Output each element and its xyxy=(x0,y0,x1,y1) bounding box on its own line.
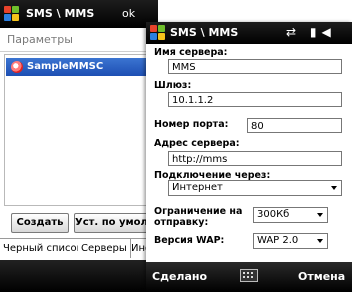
cancel-button[interactable]: Отмена xyxy=(298,270,345,283)
wap-version-dropdown[interactable]: WAP 2.0 xyxy=(253,233,328,249)
chevron-down-icon xyxy=(317,213,323,217)
server-list[interactable]: SampleMMSC xyxy=(4,54,156,206)
port-label: Номер порта: xyxy=(154,119,229,130)
start-menu-icon[interactable] xyxy=(4,6,20,22)
send-limit-label-line1: Ограничение на xyxy=(154,206,243,217)
server-name: SampleMMSC xyxy=(27,61,104,72)
chevron-down-icon xyxy=(331,186,337,190)
send-limit-value: 300Кб xyxy=(257,209,290,220)
connect-via-value: Интернет xyxy=(172,182,223,193)
create-button[interactable]: Создать xyxy=(11,213,69,233)
send-limit-label-line2: отправку: xyxy=(154,217,209,228)
back-command-bar xyxy=(0,260,158,292)
port-field[interactable]: 80 xyxy=(247,118,342,133)
tab-servers[interactable]: Серверы xyxy=(78,239,131,258)
done-button[interactable]: Сделано xyxy=(152,270,207,283)
connect-via-dropdown[interactable]: Интернет xyxy=(168,180,342,196)
keyboard-icon[interactable] xyxy=(240,269,258,282)
mms-icon xyxy=(11,61,23,73)
send-limit-dropdown[interactable]: 300Кб xyxy=(253,207,328,223)
gateway-field[interactable]: 10.1.1.2 xyxy=(168,92,342,107)
settings-header: Параметры xyxy=(0,29,158,52)
command-bar: Сделано Отмена xyxy=(146,262,352,292)
front-window-title: SMS \ MMS xyxy=(170,26,239,39)
tab-blacklist[interactable]: Черный список xyxy=(0,239,87,258)
server-settings-dialog: SMS \ MMS ⇄ ▮◀ Имя сервера: MMS Шлюз: 10… xyxy=(146,22,352,292)
status-icons: ⇄ ▮◀ xyxy=(286,25,336,39)
back-window: SMS \ MMS ok Параметры SampleMMSC Создат… xyxy=(0,0,158,292)
server-name-field[interactable]: MMS xyxy=(168,59,342,74)
chevron-down-icon xyxy=(317,239,323,243)
wap-version-value: WAP 2.0 xyxy=(257,235,299,246)
tab-bar: Черный список Серверы Информация xyxy=(0,238,158,259)
server-address-field[interactable]: http://mms xyxy=(168,151,342,166)
front-title-bar: SMS \ MMS ⇄ ▮◀ xyxy=(146,22,352,44)
server-address-label: Адрес сервера: xyxy=(154,138,240,149)
list-item[interactable]: SampleMMSC xyxy=(6,58,154,76)
back-window-title: SMS \ MMS xyxy=(26,7,95,20)
start-menu-icon[interactable] xyxy=(150,25,166,41)
ok-button[interactable]: ok xyxy=(122,7,135,20)
server-name-label: Имя сервера: xyxy=(154,47,228,58)
gateway-label: Шлюз: xyxy=(154,80,192,91)
back-title-bar: SMS \ MMS ok xyxy=(0,0,158,28)
wap-version-label: Версия WAP: xyxy=(154,235,225,246)
